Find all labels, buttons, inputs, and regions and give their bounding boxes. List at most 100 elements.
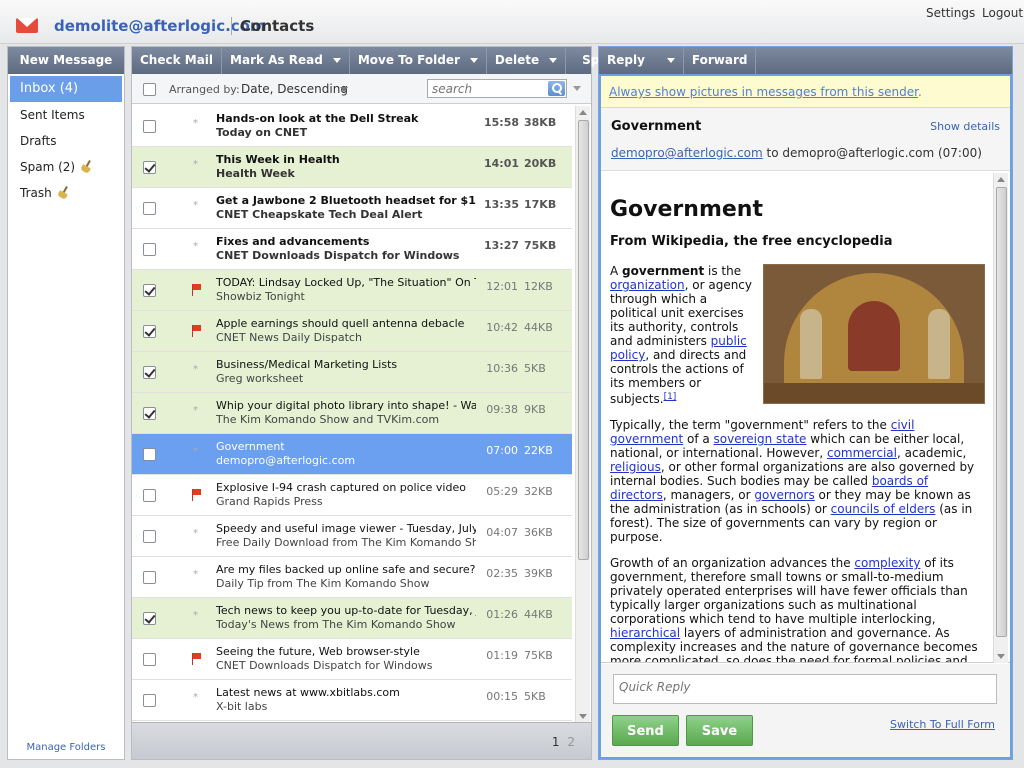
- unflagged-icon[interactable]: [191, 692, 201, 706]
- message-checkbox[interactable]: [143, 161, 156, 174]
- message-row[interactable]: TODAY: Lindsay Locked Up, "The Situation…: [132, 270, 572, 311]
- wiki-link[interactable]: councils of elders: [831, 502, 936, 516]
- message-checkbox[interactable]: [143, 489, 156, 502]
- message-row[interactable]: Hands-on look at the Dell StreakToday on…: [132, 106, 572, 147]
- unflagged-icon[interactable]: [191, 569, 201, 583]
- unflagged-icon[interactable]: [191, 241, 201, 255]
- switch-to-full-form-link[interactable]: Switch To Full Form: [890, 718, 995, 731]
- message-checkbox[interactable]: [143, 571, 156, 584]
- scroll-down-icon[interactable]: [579, 714, 587, 719]
- chevron-down-icon[interactable]: [332, 58, 341, 63]
- scroll-down-icon[interactable]: [997, 654, 1005, 659]
- wiki-link[interactable]: organization: [610, 278, 685, 292]
- contacts-link[interactable]: Contacts: [240, 17, 314, 35]
- page-current[interactable]: 1: [552, 735, 560, 749]
- message-checkbox[interactable]: [143, 694, 156, 707]
- show-details-link[interactable]: Show details: [930, 120, 1000, 133]
- unflagged-icon[interactable]: [191, 118, 201, 132]
- search-icon[interactable]: [548, 81, 565, 96]
- unflagged-icon[interactable]: [191, 200, 201, 214]
- chevron-down-icon[interactable]: [549, 58, 558, 63]
- message-row[interactable]: Tech news to keep you up-to-date for Tue…: [132, 598, 572, 639]
- scroll-up-icon[interactable]: [579, 110, 587, 115]
- reply-button[interactable]: Reply: [599, 47, 684, 74]
- wiki-link[interactable]: religious: [610, 460, 661, 474]
- message-row[interactable]: Seeing the future, Web browser-style CNET…: [132, 639, 572, 680]
- settings-link[interactable]: Settings: [926, 6, 975, 20]
- flag-icon[interactable]: [191, 489, 201, 501]
- wiki-link[interactable]: complexity: [854, 556, 920, 570]
- search-options-chevron-icon[interactable]: [573, 86, 581, 91]
- unflagged-icon[interactable]: [191, 405, 201, 419]
- message-row[interactable]: Get a Jawbone 2 Bluetooth headset for $1…: [132, 188, 572, 229]
- message-row[interactable]: Are my files backed up online safe and s…: [132, 557, 572, 598]
- message-row[interactable]: This Week in HealthHealth Week 14:01 20KB: [132, 147, 572, 188]
- message-checkbox[interactable]: [143, 202, 156, 215]
- send-button[interactable]: Send: [612, 715, 679, 746]
- save-button[interactable]: Save: [686, 715, 753, 746]
- reference-link[interactable]: [1]: [664, 392, 677, 402]
- scroll-thumb[interactable]: [996, 187, 1007, 637]
- manage-folders-link[interactable]: Manage Folders: [8, 742, 124, 753]
- message-checkbox[interactable]: [143, 325, 156, 338]
- unflagged-icon[interactable]: [191, 446, 201, 460]
- empty-trash-broom-icon[interactable]: [58, 186, 71, 199]
- message-checkbox[interactable]: [143, 243, 156, 256]
- message-checkbox[interactable]: [143, 530, 156, 543]
- wiki-link[interactable]: hierarchical: [610, 626, 680, 640]
- folder-trash[interactable]: Trash: [8, 180, 124, 206]
- logout-link[interactable]: Logout: [982, 6, 1023, 20]
- message-row[interactable]: Latest news at www.xbitlabs.comX-bit lab…: [132, 680, 572, 721]
- folder-sent-items[interactable]: Sent Items: [8, 102, 124, 128]
- move-to-folder-button[interactable]: Move To Folder: [350, 47, 487, 74]
- message-row[interactable]: Governmentdemopro@afterlogic.com 07:00 22K…: [132, 434, 572, 475]
- message-checkbox[interactable]: [143, 653, 156, 666]
- unflagged-icon[interactable]: [191, 528, 201, 542]
- message-checkbox[interactable]: [143, 120, 156, 133]
- chevron-down-icon[interactable]: [469, 58, 478, 63]
- unflagged-icon[interactable]: [191, 610, 201, 624]
- message-row[interactable]: Explosive I-94 crash captured on police …: [132, 475, 572, 516]
- message-checkbox[interactable]: [143, 612, 156, 625]
- message-row[interactable]: Fixes and advancementsCNET Downloads Dis…: [132, 229, 572, 270]
- chevron-down-icon[interactable]: [666, 58, 675, 63]
- message-row[interactable]: Business/Medical Marketing ListsGreg wor…: [132, 352, 572, 393]
- message-row[interactable]: Apple earnings should quell antenna deba…: [132, 311, 572, 352]
- message-row[interactable]: Speedy and useful image viewer - Tuesday…: [132, 516, 572, 557]
- wiki-link[interactable]: commercial: [827, 446, 897, 460]
- chevron-down-icon[interactable]: [340, 87, 348, 92]
- scroll-up-icon[interactable]: [997, 177, 1005, 182]
- list-scrollbar[interactable]: [575, 106, 590, 723]
- delete-button[interactable]: Delete: [487, 47, 567, 74]
- message-checkbox[interactable]: [143, 366, 156, 379]
- forward-button[interactable]: Forward: [684, 47, 757, 74]
- select-all-checkbox[interactable]: [143, 83, 156, 96]
- flag-icon[interactable]: [191, 284, 201, 296]
- scroll-thumb[interactable]: [578, 120, 589, 560]
- folder-spam[interactable]: Spam (2): [8, 154, 124, 180]
- message-checkbox[interactable]: [143, 284, 156, 297]
- unflagged-icon[interactable]: [191, 364, 201, 378]
- message-checkbox[interactable]: [143, 448, 156, 461]
- check-mail-button[interactable]: Check Mail: [132, 47, 223, 74]
- page-link[interactable]: 2: [567, 735, 575, 749]
- quick-reply-input[interactable]: [613, 674, 997, 704]
- mark-as-read-button[interactable]: Mark As Read: [222, 47, 350, 74]
- empty-spam-broom-icon[interactable]: [81, 160, 94, 173]
- account-email[interactable]: demolite@afterlogic.com: [54, 17, 266, 35]
- message-row[interactable]: Whip your digital photo library into sha…: [132, 393, 572, 434]
- wiki-link[interactable]: governors: [754, 488, 814, 502]
- folder-drafts[interactable]: Drafts: [8, 128, 124, 154]
- always-show-pictures-link[interactable]: Always show pictures in messages from th…: [609, 85, 918, 99]
- message-checkbox[interactable]: [143, 407, 156, 420]
- sender-address-link[interactable]: demopro@afterlogic.com: [611, 146, 763, 160]
- unflagged-icon[interactable]: [191, 159, 201, 173]
- search-input[interactable]: [428, 80, 546, 97]
- message-scrollbar[interactable]: [993, 173, 1008, 663]
- sort-order-select[interactable]: Date, Descending: [241, 82, 348, 96]
- wiki-link[interactable]: sovereign state: [714, 432, 807, 446]
- flag-icon[interactable]: [191, 325, 201, 337]
- folder-inbox[interactable]: Inbox (4): [10, 76, 122, 102]
- flag-icon[interactable]: [191, 653, 201, 665]
- new-message-button[interactable]: New Message: [8, 47, 124, 74]
